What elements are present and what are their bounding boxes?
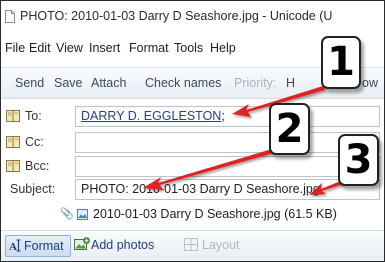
save-button[interactable]: Save [54, 76, 83, 90]
subject-row: Subject: PHOTO: 2010-01-03 Darry D Seash… [1, 179, 384, 200]
callout-2: 2 [269, 103, 310, 155]
add-photos-button[interactable]: Add photos [74, 235, 164, 255]
add-photos-icon [74, 237, 90, 250]
priority-high-button[interactable]: H [286, 76, 295, 90]
format-icon: A [9, 239, 21, 252]
to-field[interactable]: DARRY D. EGGLESTON; [75, 106, 380, 127]
priority-label: Priority: [234, 76, 277, 90]
format-button[interactable]: A Format [5, 235, 71, 257]
paperclip-icon: 📎 [60, 208, 74, 220]
address-book-icon[interactable] [6, 160, 20, 172]
subject-field[interactable]: PHOTO: 2010-01-03 Darry D Seashore.jpg [75, 179, 380, 200]
menu-file[interactable]: File [5, 41, 25, 55]
attachment-row: 📎 2010-01-03 Darry D Seashore.jpg (61.5 … [1, 205, 384, 223]
to-value-wrap: DARRY D. EGGLESTON; [81, 109, 225, 123]
menu-edit[interactable]: Edit [29, 41, 51, 55]
add-photos-label: Add photos [91, 238, 155, 252]
attachment-file[interactable]: 2010-01-03 Darry D Seashore.jpg (61.5 KB… [93, 207, 337, 221]
send-button[interactable]: Send [15, 76, 44, 90]
cc-row: Cc: [1, 132, 384, 153]
callout-1: 1 [321, 36, 361, 89]
bcc-label: Bcc: [25, 159, 50, 173]
format-bar: A Format Add photos Layout [1, 230, 384, 261]
layout-label: Layout [202, 238, 240, 252]
image-file-icon [77, 209, 88, 220]
priority-low-button[interactable]: ow [362, 76, 378, 90]
attach-button[interactable]: Attach [91, 76, 126, 90]
check-names-button[interactable]: Check names [145, 76, 221, 90]
bcc-row: Bcc: [1, 156, 384, 177]
menu-view[interactable]: View [56, 41, 83, 55]
format-label: Format [24, 239, 64, 253]
callout-3: 3 [338, 134, 379, 186]
to-separator: ; [221, 109, 225, 123]
subject-value: PHOTO: 2010-01-03 Darry D Seashore.jpg [81, 182, 320, 196]
bcc-field[interactable] [75, 156, 380, 177]
menu-format[interactable]: Format [129, 41, 169, 55]
address-book-icon[interactable] [6, 110, 20, 122]
document-icon [5, 10, 15, 23]
to-label: To: [25, 109, 42, 123]
cc-field[interactable] [75, 132, 380, 153]
subject-label: Subject: [10, 182, 56, 196]
menu-tools[interactable]: Tools [174, 41, 203, 55]
layout-button[interactable]: Layout [184, 235, 244, 255]
svg-text:A: A [9, 241, 17, 252]
title-bar: PHOTO: 2010-01-03 Darry D Seashore.jpg -… [1, 1, 384, 31]
cc-label: Cc: [25, 135, 44, 149]
address-book-icon[interactable] [6, 136, 20, 148]
to-row: To: DARRY D. EGGLESTON; [1, 106, 384, 127]
menu-insert[interactable]: Insert [89, 41, 120, 55]
layout-icon [184, 238, 198, 251]
window-title: PHOTO: 2010-01-03 Darry D Seashore.jpg -… [20, 9, 333, 23]
to-recipient[interactable]: DARRY D. EGGLESTON [81, 109, 221, 123]
menu-help[interactable]: Help [210, 41, 236, 55]
